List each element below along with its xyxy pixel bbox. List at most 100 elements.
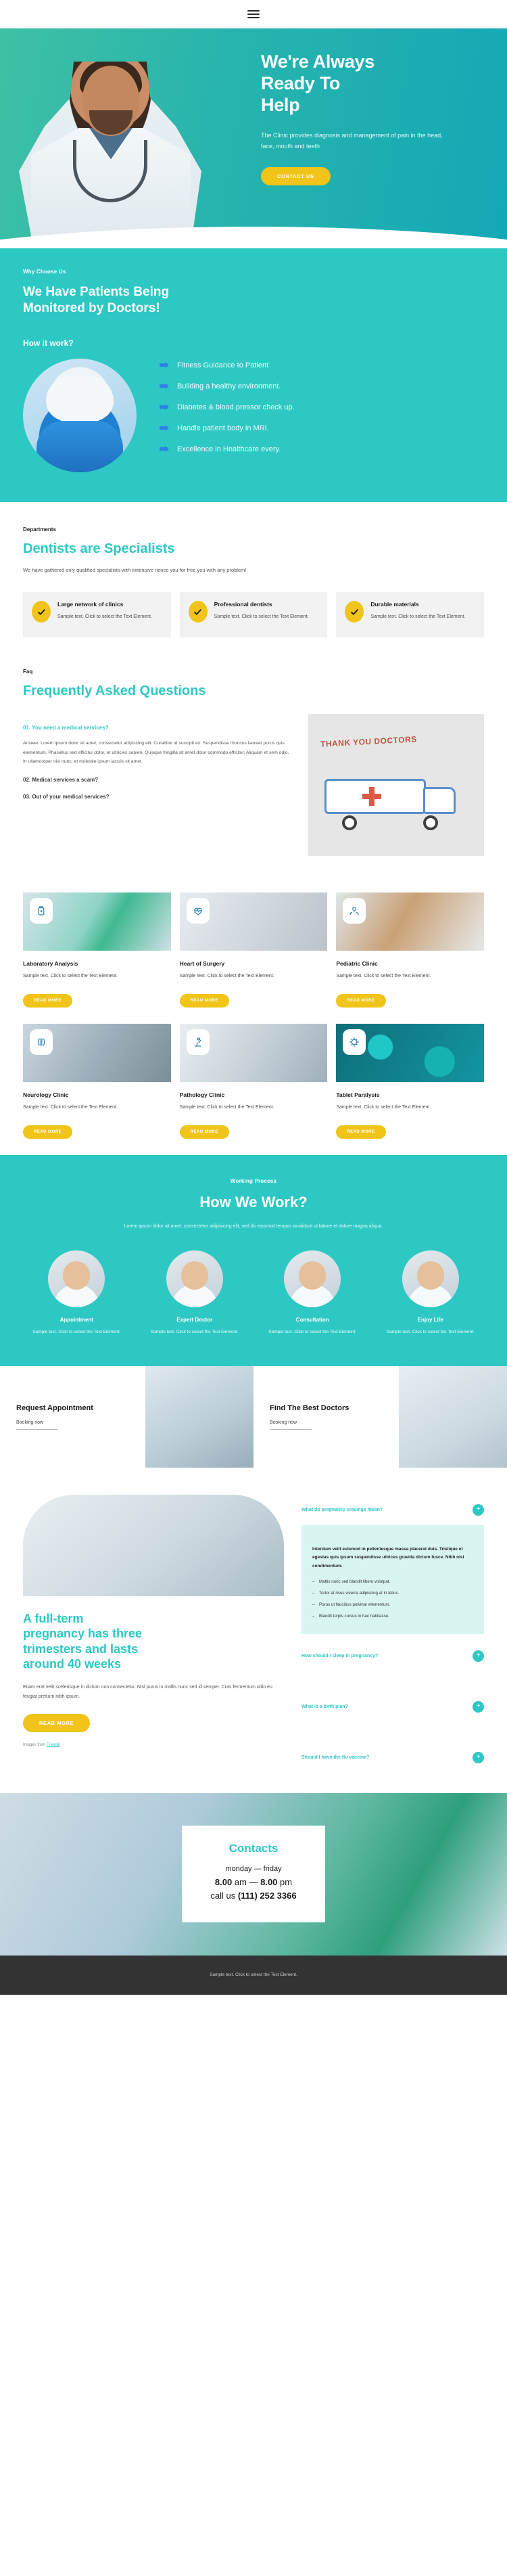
department-card-body: Professional dentists Sample text. Click… (214, 601, 309, 623)
department-card[interactable]: Durable materials Sample text. Click to … (336, 592, 485, 638)
read-more-button[interactable]: READ MORE (179, 1125, 229, 1139)
department-card[interactable]: Large network of clinics Sample text. Cl… (23, 592, 171, 638)
service-image (23, 892, 171, 951)
service-image (336, 892, 485, 951)
service-text: Sample text. Click to select the Text El… (179, 1105, 274, 1110)
list-item: Purus ut faucibus pulvinar elementum. (312, 1602, 473, 1608)
request-appointment-box: Request Appointment Booking now (0, 1366, 145, 1468)
pregnancy-title-line-4: around 40 weeks (23, 1657, 122, 1671)
ambulance-wheel (423, 815, 438, 831)
work-step-title: Enjoy Life (417, 1317, 443, 1324)
department-card-title: Large network of clinics (57, 601, 124, 608)
read-more-button[interactable]: READ MORE (179, 994, 229, 1008)
read-more-button[interactable]: READ MORE (23, 1125, 73, 1139)
contacts-phone-row: call us (111) 252 3366 (210, 1889, 296, 1903)
accordion-toggle-icon[interactable]: + (473, 1504, 484, 1516)
accordion-row[interactable]: What is a birth plan? + (301, 1694, 484, 1719)
pregnancy-read-more-button[interactable]: READ MORE (23, 1713, 91, 1732)
pregnancy-title: A full-term pregnancy has three trimeste… (23, 1611, 284, 1672)
how-it-work-label: How it work? (23, 338, 74, 348)
pregnancy-title-line-3: trimesters and lasts (23, 1642, 139, 1656)
read-more-button[interactable]: READ MORE (23, 994, 73, 1008)
avatar (166, 1250, 223, 1308)
contacts-hours-close: 8.00 (260, 1876, 278, 1887)
service-card[interactable]: Pathology Clinic Sample text. Click to s… (179, 1024, 328, 1139)
avatar (402, 1250, 459, 1308)
request-appointment-title: Request Appointment (16, 1403, 93, 1412)
virus-icon (343, 1029, 366, 1056)
image-credit-link[interactable]: Freepik (47, 1743, 60, 1747)
work-steps: Appointment Sample text. Click to select… (23, 1250, 484, 1336)
pregnancy-left: A full-term pregnancy has three trimeste… (23, 1494, 284, 1770)
faq-question-1[interactable]: 01. You need a medical services? (23, 725, 292, 731)
hamburger-menu-icon[interactable] (247, 10, 260, 18)
faq-question-2[interactable]: 02. Medical services a scam? (23, 777, 292, 783)
work-subtitle: Lorem ipsum dolor sit amet, consectetur … (124, 1224, 383, 1229)
working-process-section: Working Process How We Work? Lorem ipsum… (0, 1155, 507, 1366)
department-card-text: Sample text. Click to select the Text El… (214, 614, 309, 620)
accordion-row[interactable]: Should I have the flu vaccine? + (301, 1745, 484, 1770)
contacts-hours-open: 8.00 (214, 1876, 233, 1887)
accordion-toggle-icon[interactable]: + (473, 1700, 484, 1713)
service-text: Sample text. Click to select the Text El… (23, 974, 118, 979)
image-credit: Images from Freepik (23, 1743, 284, 1747)
accordion-bullet-list: Mattis nunc sed blandit libero volutpat.… (312, 1579, 473, 1620)
accordion-question-3: What is a birth plan? (301, 1704, 348, 1709)
contacts-phone[interactable]: (111) 252 3366 (238, 1891, 297, 1901)
accordion-toggle-icon[interactable]: + (473, 1751, 484, 1763)
work-step-text: Sample text. Click to select the Text El… (150, 1330, 239, 1335)
accordion-row[interactable]: What do pregnancy cravings mean? + (301, 1497, 484, 1522)
accordion-question-4: Should I have the flu vaccine? (301, 1755, 370, 1760)
service-title: Pathology Clinic (179, 1091, 225, 1099)
service-card[interactable]: Laboratory Analysis Sample text. Click t… (23, 892, 171, 1008)
booking-now-link-left[interactable]: Booking now (16, 1420, 58, 1430)
medicine-bottle-icon (30, 898, 53, 924)
burger-line (247, 14, 260, 15)
service-image (336, 1024, 485, 1083)
faq-section: Faq Frequently Asked Questions 01. You n… (0, 662, 507, 880)
burger-line (247, 17, 260, 18)
cta-image-right (399, 1365, 507, 1468)
faq-content: 01. You need a medical services? Answer.… (23, 714, 484, 857)
why-eyebrow: Why Choose Us (23, 269, 66, 275)
work-eyebrow: Working Process (230, 1178, 277, 1185)
accordion-row[interactable]: How should I sleep in pregnancy? + (301, 1644, 484, 1669)
contacts-hours: 8.00 am — 8.00 pm (210, 1876, 296, 1890)
list-item: Building a healthy environment. (160, 382, 484, 390)
avatar (284, 1250, 341, 1308)
read-more-button[interactable]: READ MORE (336, 994, 386, 1008)
navbar (0, 0, 507, 28)
faq-image-note: THANK YOU DOCTORS (320, 734, 418, 749)
caring-hands-icon (343, 898, 366, 924)
contacts-card: Contacts monday — friday 8.00 am — 8.00 … (182, 1826, 325, 1923)
service-card[interactable]: Neurology Clinic Sample text. Click to s… (23, 1024, 171, 1139)
booking-now-link-right[interactable]: Booking now (270, 1420, 312, 1430)
accordion-toggle-icon[interactable]: + (473, 1650, 484, 1662)
check-icon (188, 601, 208, 623)
work-step-text: Sample text. Click to select the Text El… (268, 1330, 357, 1335)
departments-title: Dentists are Specialists (23, 541, 175, 556)
why-choose-us-section: Why Choose Us We Have Patients Being Mon… (0, 248, 507, 502)
work-title: How We Work? (199, 1194, 308, 1211)
contact-us-button[interactable]: CONTACT US (261, 166, 331, 185)
why-item-label: Excellence in Healthcare every. (177, 445, 281, 453)
service-card[interactable]: Heart of Surgery Sample text. Click to s… (179, 892, 328, 1008)
accordion-panel-1: Interdum velit euismod in pellentesque m… (301, 1524, 484, 1634)
pregnancy-section: A full-term pregnancy has three trimeste… (0, 1468, 507, 1793)
department-card[interactable]: Professional dentists Sample text. Click… (179, 592, 328, 638)
faq-question-3[interactable]: 03. Out of your medical services? (23, 794, 292, 800)
work-step: Appointment Sample text. Click to select… (23, 1250, 130, 1336)
hero-title-line-1: We're Always (261, 51, 375, 72)
ambulance-drawing-icon (324, 767, 457, 831)
pregnancy-title-line-1: A full-term (23, 1611, 84, 1625)
work-step-title: Consultation (295, 1317, 329, 1324)
list-item: Fitness Guidance to Patient (160, 361, 484, 369)
check-icon (345, 601, 364, 623)
service-text: Sample text. Click to select the Text El… (179, 974, 274, 979)
service-card[interactable]: Tablet Paralysis Sample text. Click to s… (336, 1024, 485, 1139)
microscope-icon (186, 1029, 210, 1056)
hero-title-line-2: Ready To (261, 72, 341, 93)
hero-title: We're Always Ready To Help (261, 51, 484, 116)
read-more-button[interactable]: READ MORE (336, 1125, 386, 1139)
service-card[interactable]: Pediatric Clinic Sample text. Click to s… (336, 892, 485, 1008)
